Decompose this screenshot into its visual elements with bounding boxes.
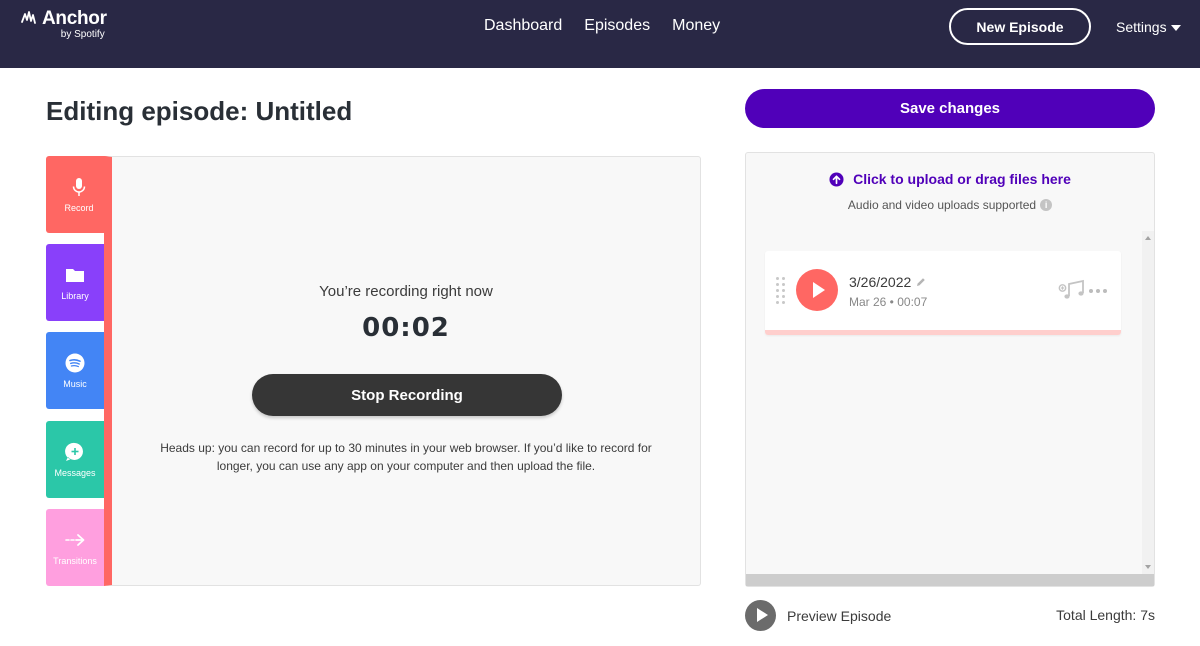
- scroll-down-icon[interactable]: [1145, 565, 1151, 569]
- recording-timer: 00:02: [362, 313, 450, 343]
- new-episode-button[interactable]: New Episode: [949, 8, 1091, 45]
- arrow-right-icon: [65, 533, 85, 546]
- tool-rail: Record Library Music Messages Transition…: [46, 156, 112, 586]
- recording-status: You’re recording right now: [319, 283, 493, 300]
- episode-segment[interactable]: 3/26/2022 Mar 26 • 00:07: [765, 251, 1121, 335]
- preview-episode-button[interactable]: Preview Episode: [745, 600, 891, 631]
- tool-library-label: Library: [61, 290, 89, 301]
- segment-meta: Mar 26 • 00:07: [849, 295, 928, 309]
- save-changes-button[interactable]: Save changes: [745, 89, 1155, 128]
- preview-play-icon: [745, 600, 776, 631]
- stop-recording-button[interactable]: Stop Recording: [252, 374, 562, 416]
- episode-builder-panel: Click to upload or drag files here Audio…: [745, 152, 1155, 587]
- tool-record[interactable]: Record: [46, 156, 112, 233]
- main-nav: Dashboard Episodes Money: [484, 17, 742, 35]
- info-icon[interactable]: i: [1040, 199, 1053, 211]
- upload-arrow-icon: [829, 171, 844, 187]
- tool-record-label: Record: [64, 202, 94, 213]
- logo-subtitle: by Spotify: [60, 29, 105, 40]
- more-options-icon[interactable]: [1089, 289, 1110, 293]
- chevron-down-icon: [1170, 25, 1181, 31]
- nav-episodes[interactable]: Episodes: [584, 17, 650, 35]
- settings-menu[interactable]: Settings: [1116, 19, 1181, 35]
- tool-messages[interactable]: Messages: [46, 421, 104, 498]
- segment-title-text: 3/26/2022: [849, 274, 912, 290]
- tool-transitions-label: Transitions: [53, 555, 97, 566]
- recording-panel: You’re recording right now 00:02 Stop Re…: [104, 156, 701, 586]
- drag-handle-icon[interactable]: [776, 277, 786, 305]
- upload-label: Click to upload or drag files here: [853, 171, 1071, 187]
- upload-dropzone[interactable]: Click to upload or drag files here: [746, 171, 1154, 187]
- page-title: Editing episode: Untitled: [46, 96, 353, 126]
- settings-label: Settings: [1116, 19, 1167, 35]
- segment-list: 3/26/2022 Mar 26 • 00:07: [746, 231, 1144, 574]
- tool-messages-label: Messages: [54, 467, 96, 478]
- message-plus-icon: [65, 442, 83, 461]
- upload-hint: Audio and video uploads supported i: [746, 198, 1154, 212]
- nav-dashboard[interactable]: Dashboard: [484, 17, 562, 35]
- preview-label: Preview Episode: [787, 607, 892, 624]
- horizontal-scrollbar[interactable]: [746, 574, 1154, 586]
- tool-transitions[interactable]: Transitions: [46, 509, 104, 586]
- upload-hint-text: Audio and video uploads supported: [847, 198, 1037, 212]
- scroll-up-icon[interactable]: [1145, 236, 1151, 240]
- nav-money[interactable]: Money: [672, 17, 720, 35]
- segment-play-button[interactable]: [796, 269, 838, 311]
- anchor-logo-icon: [21, 11, 36, 24]
- anchor-logo[interactable]: Anchor by Spotify: [20, 8, 107, 40]
- add-music-icon[interactable]: [1058, 278, 1086, 302]
- vertical-scrollbar[interactable]: [1142, 231, 1154, 574]
- segment-progress-bar: [765, 330, 1121, 335]
- top-nav: Anchor by Spotify Dashboard Episodes Mon…: [0, 0, 1200, 68]
- segment-title[interactable]: 3/26/2022: [849, 274, 926, 290]
- tool-music-label: Music: [63, 378, 87, 389]
- microphone-icon: [72, 177, 86, 196]
- pencil-icon[interactable]: [916, 277, 926, 287]
- tool-library[interactable]: Library: [46, 244, 104, 321]
- spotify-icon: [65, 353, 85, 372]
- tool-music[interactable]: Music: [46, 332, 104, 409]
- recording-note: Heads up: you can record for up to 30 mi…: [160, 441, 652, 473]
- folder-icon: [66, 268, 84, 282]
- logo-wordmark: Anchor: [42, 8, 107, 29]
- total-length: Total Length: 7s: [1056, 607, 1155, 623]
